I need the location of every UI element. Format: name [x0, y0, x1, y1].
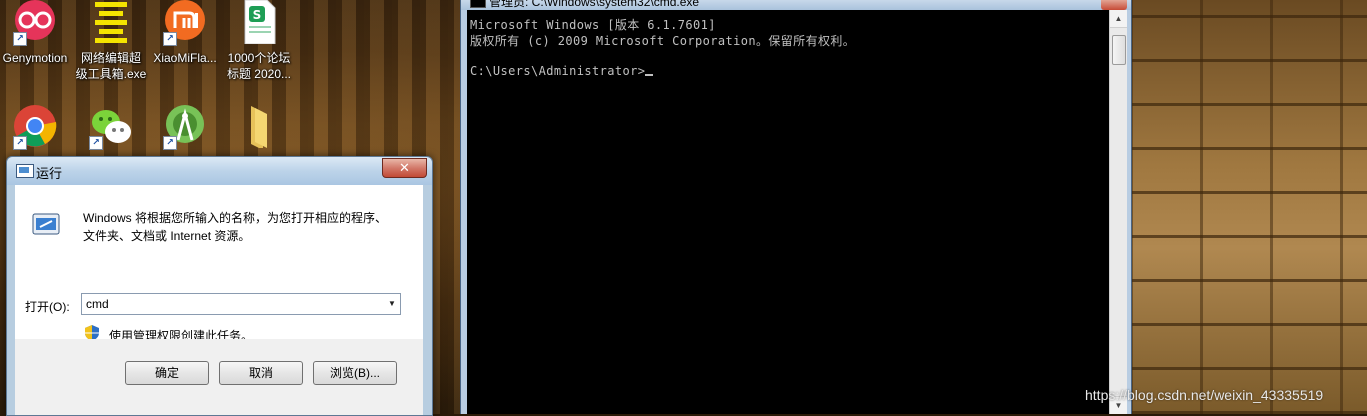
scrollbar-thumb[interactable]	[1112, 35, 1126, 65]
run-icon	[16, 164, 34, 178]
xiaomi-icon: ↗	[163, 0, 207, 46]
console-line: 版权所有 (c) 2009 Microsoft Corporation。保留所有…	[470, 34, 856, 48]
cmd-titlebar[interactable]: 管理员: C:\Windows\system32\cmd.exe	[461, 0, 1131, 10]
wallpaper-stone-wall	[1130, 0, 1367, 414]
chevron-down-icon[interactable]: ▼	[384, 294, 400, 314]
text-cursor	[645, 74, 654, 76]
run-description-line: Windows 将根据您所输入的名称，为您打开相应的程序、	[83, 211, 388, 225]
open-input[interactable]: cmd	[86, 297, 109, 311]
desktop-icon-toolbox[interactable]: 网络编辑超 级工具箱.exe	[73, 0, 149, 82]
desktop-icon-spreadsheet[interactable]: S 1000个论坛 标题 2020...	[221, 0, 297, 82]
chrome-icon: ↗	[13, 104, 57, 150]
console-prompt-line: C:\Users\Administrator>	[470, 64, 654, 78]
ok-button[interactable]: 确定	[125, 361, 209, 385]
genymotion-icon: ↗	[13, 0, 57, 46]
run-dialog-titlebar[interactable]: 运行 ✕	[7, 157, 432, 185]
run-dialog-title: 运行	[36, 166, 63, 181]
open-label: 打开(O):	[25, 300, 70, 314]
desktop-icon-chrome[interactable]: ↗	[0, 104, 73, 150]
desktop-icon-folder[interactable]	[221, 104, 297, 150]
desktop-icon-genymotion[interactable]: ↗ Genymotion	[0, 0, 73, 66]
folder-icon	[237, 104, 281, 150]
desktop-icon-label: 网络编辑超 级工具箱.exe	[75, 51, 147, 81]
open-combobox[interactable]: cmd ▼	[81, 293, 401, 315]
scroll-up-arrow-icon[interactable]: ▲	[1110, 10, 1127, 28]
cmd-title: 管理员: C:\Windows\system32\cmd.exe	[489, 0, 700, 9]
browse-button[interactable]: 浏览(B)...	[313, 361, 397, 385]
console-line: Microsoft Windows [版本 6.1.7601]	[470, 18, 716, 32]
wechat-icon: ↗	[89, 104, 133, 150]
run-dialog: 运行 ✕ Windows 将根据您所输入的名称，为您打开相应的程序、 文件夹、文…	[6, 156, 433, 416]
desktop-icon-label: 1000个论坛 标题 2020...	[226, 51, 292, 81]
run-description: Windows 将根据您所输入的名称，为您打开相应的程序、 文件夹、文档或 In…	[83, 209, 387, 245]
desktop-icon-xiaomiflash[interactable]: ↗ XiaoMiFla...	[147, 0, 223, 66]
run-app-icon	[32, 213, 60, 235]
run-dialog-body: Windows 将根据您所输入的名称，为您打开相应的程序、 文件夹、文档或 In…	[15, 185, 423, 343]
desktop-icon-android-studio[interactable]: ↗	[147, 104, 223, 150]
toolbox-icon	[89, 0, 133, 44]
run-dialog-footer: 确定 取消 浏览(B)...	[15, 339, 423, 415]
console-prompt: C:\Users\Administrator>	[470, 64, 646, 78]
svg-text:S: S	[253, 8, 262, 22]
cmd-close-button[interactable]	[1101, 0, 1127, 10]
spreadsheet-icon: S	[237, 0, 281, 45]
cmd-window: 管理员: C:\Windows\system32\cmd.exe Microso…	[460, 0, 1132, 414]
desktop-icon-label: XiaoMiFla...	[153, 51, 217, 65]
close-button[interactable]: ✕	[382, 158, 427, 178]
cmd-console[interactable]: Microsoft Windows [版本 6.1.7601] 版权所有 (c)…	[467, 10, 1109, 414]
android-studio-icon: ↗	[163, 104, 207, 150]
desktop-icon-wechat[interactable]: ↗	[73, 104, 149, 150]
watermark: https://blog.csdn.net/weixin_43335519	[1085, 387, 1324, 403]
run-description-line: 文件夹、文档或 Internet 资源。	[83, 229, 251, 243]
cmd-icon	[470, 0, 486, 8]
cancel-button[interactable]: 取消	[219, 361, 303, 385]
desktop-icon-label: Genymotion	[2, 51, 68, 65]
cmd-scrollbar[interactable]: ▲ ▼	[1109, 10, 1127, 414]
